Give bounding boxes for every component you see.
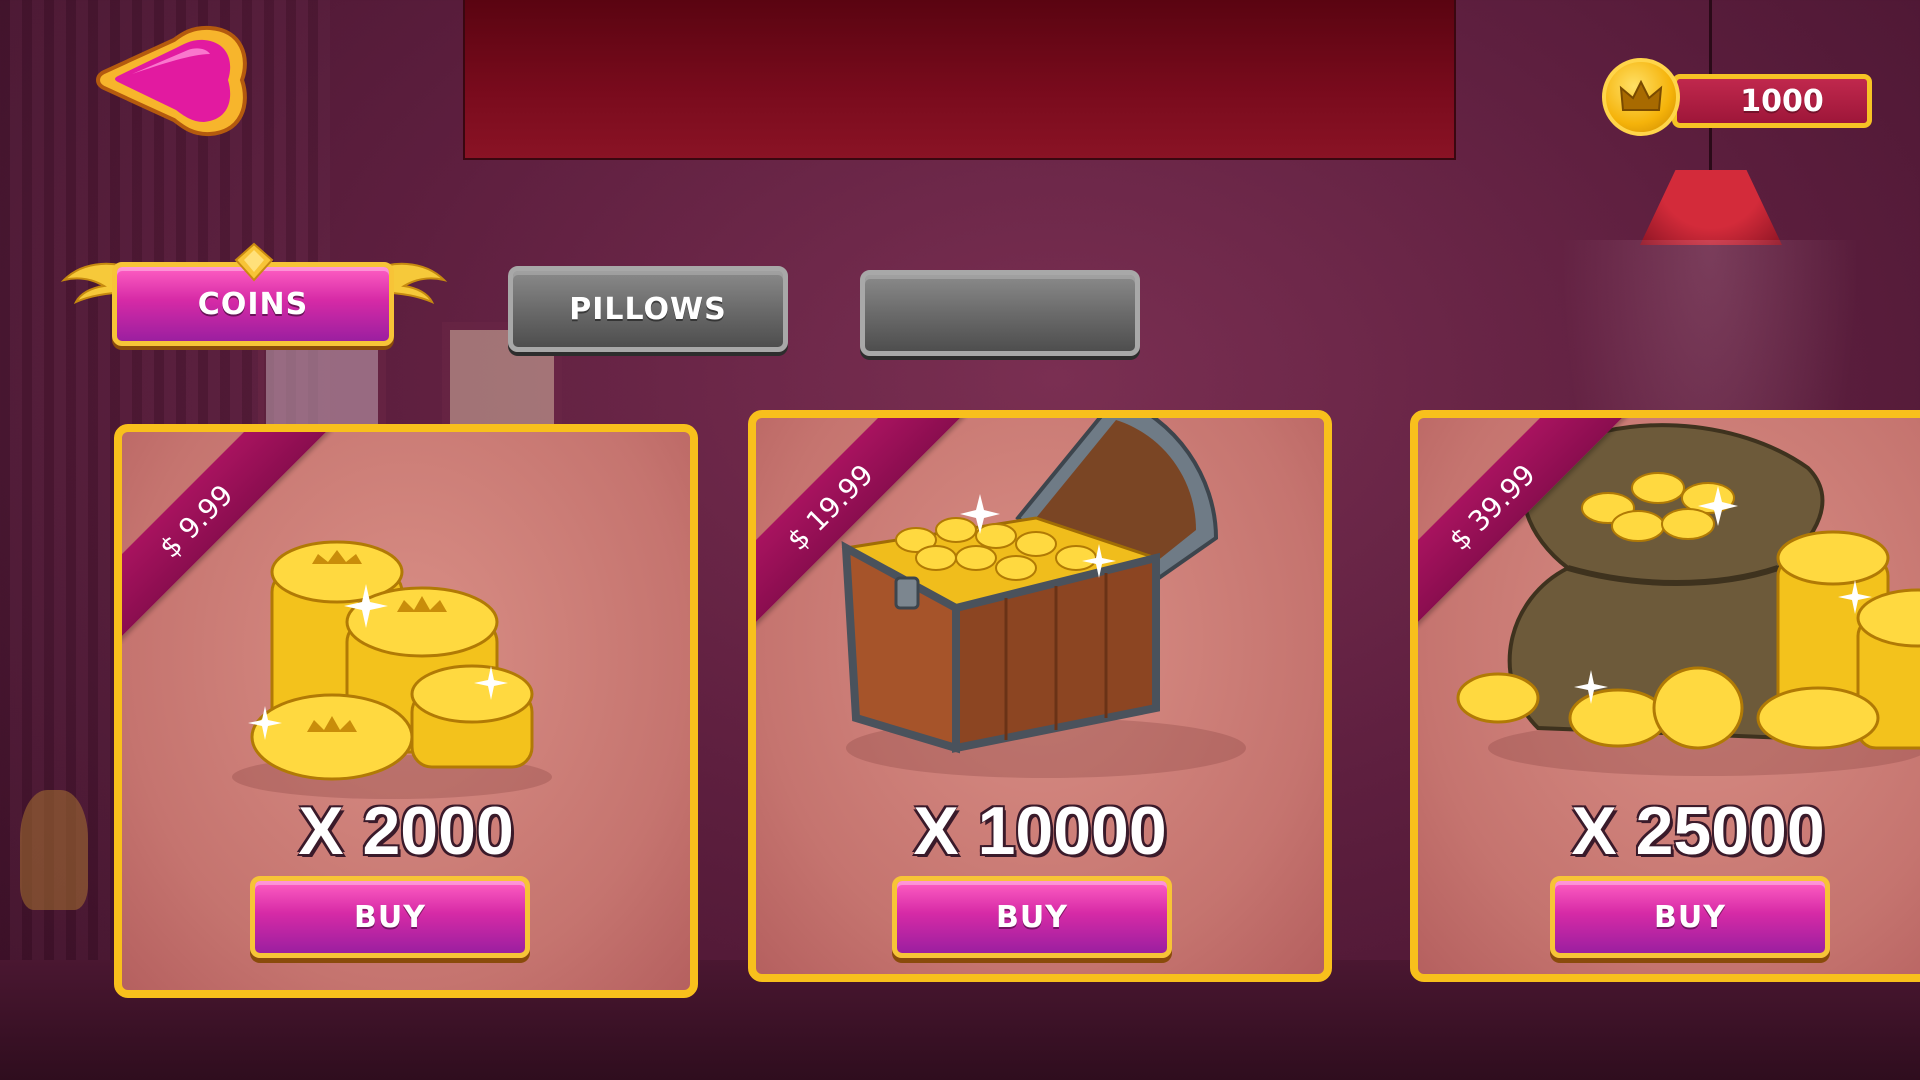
tab-pillows-label: PILLOWS xyxy=(569,291,727,327)
buy-button-label: BUY xyxy=(996,899,1068,935)
price-ribbon: $ 39.99 xyxy=(1418,418,1630,630)
tab-coins-label: COINS xyxy=(197,286,309,322)
price-ribbon: $ 9.99 xyxy=(122,432,334,644)
coin-amount: X 25000 xyxy=(1571,793,1825,869)
tab-empty[interactable] xyxy=(860,270,1140,356)
coin-amount: X 10000 xyxy=(913,793,1167,869)
product-card-2000-coins: $ 9.99 X 2000 BUY xyxy=(114,424,698,998)
ceiling-lamp-icon xyxy=(1640,170,1782,245)
buy-button[interactable]: BUY xyxy=(250,876,530,958)
price-label: $ 39.99 xyxy=(1418,418,1626,630)
price-label: $ 19.99 xyxy=(756,418,964,630)
crown-coin-icon xyxy=(1602,58,1680,136)
buy-button-label: BUY xyxy=(1654,899,1726,935)
tab-pillows[interactable]: PILLOWS xyxy=(508,266,788,352)
coin-balance: 1000 xyxy=(1602,58,1876,142)
buy-button[interactable]: BUY xyxy=(892,876,1172,958)
diamond-gem-icon xyxy=(234,242,274,282)
buy-button-label: BUY xyxy=(354,899,426,935)
buy-button[interactable]: BUY xyxy=(1550,876,1830,958)
coin-balance-value: 1000 xyxy=(1672,74,1872,128)
back-button[interactable] xyxy=(92,18,252,144)
top-banner xyxy=(463,0,1456,160)
back-arrow-icon xyxy=(96,25,247,137)
coin-amount: X 2000 xyxy=(298,793,514,869)
price-label: $ 9.99 xyxy=(122,432,330,644)
product-card-10000-coins: $ 19.99 X 10000 BUY xyxy=(748,410,1332,982)
vase-decoration xyxy=(20,790,88,910)
product-card-25000-coins: $ 39.99 X 25000 BUY xyxy=(1410,410,1920,982)
price-ribbon: $ 19.99 xyxy=(756,418,968,630)
